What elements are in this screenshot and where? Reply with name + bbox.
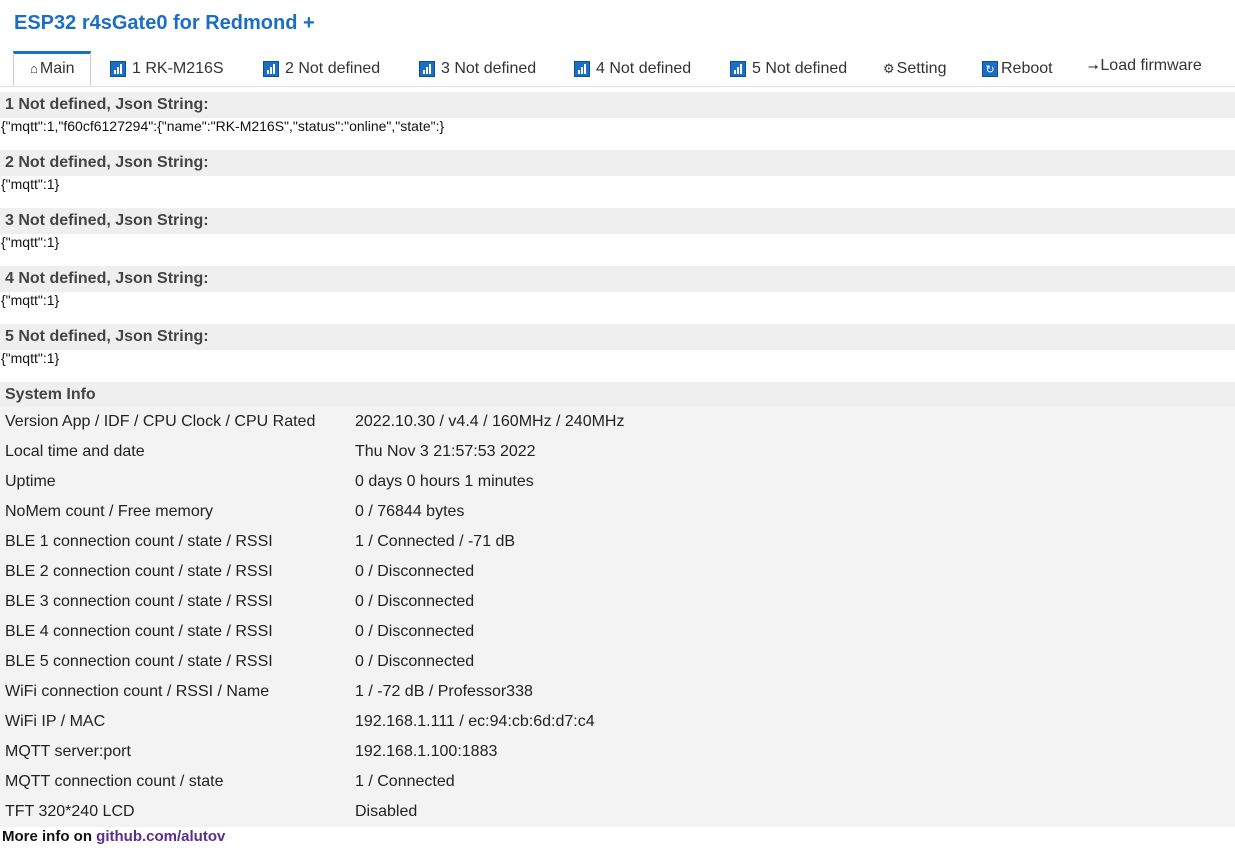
tab-label: 4 Not defined [596, 60, 692, 77]
signal-icon [730, 61, 746, 77]
row-key: WiFi IP / MAC [5, 713, 106, 730]
row-value: Thu Nov 3 21:57:53 2022 [355, 443, 536, 460]
signal-icon [110, 61, 126, 77]
row-value: 1 / -72 dB / Professor338 [355, 683, 533, 700]
row-value: 1 / Connected [355, 773, 455, 790]
tab-label: 3 Not defined [441, 60, 537, 77]
device-3-json: {"mqtt":1} [1, 234, 60, 250]
tab-load-firmware[interactable]: ⭢ Load firmware [1088, 48, 1202, 84]
refresh-icon: ↻ [982, 61, 998, 77]
row-value: 2022.10.30 / v4.4 / 160MHz / 240MHz [355, 413, 625, 430]
device-5-heading: 5 Not defined, Json String: [0, 324, 1235, 350]
system-info-row: NoMem count / Free memory 0 / 76844 bytes [0, 497, 1235, 527]
system-info-row: BLE 3 connection count / state / RSSI 0 /… [0, 587, 1235, 617]
page-title: ESP32 r4sGate0 for Redmond + [14, 12, 315, 34]
tab-device-5[interactable]: 5 Not defined [730, 51, 847, 87]
device-1-heading: 1 Not defined, Json String: [0, 92, 1235, 118]
footer: More info on github.com/alutov [2, 828, 225, 845]
row-value: 0 / Disconnected [355, 563, 475, 580]
system-info-row: Uptime 0 days 0 hours 1 minutes [0, 467, 1235, 497]
row-key: MQTT connection count / state [5, 773, 224, 790]
system-info-row: Local time and date Thu Nov 3 21:57:53 20… [0, 437, 1235, 467]
row-key: BLE 4 connection count / state / RSSI [5, 623, 273, 640]
tab-device-3[interactable]: 3 Not defined [419, 51, 536, 87]
tab-device-1[interactable]: 1 RK-M216S [110, 51, 224, 87]
row-key: BLE 5 connection count / state / RSSI [5, 653, 273, 670]
gear-icon: ⚙ [883, 61, 895, 76]
system-info-row: BLE 5 connection count / state / RSSI 0 /… [0, 647, 1235, 677]
row-value: 1 / Connected / -71 dB [355, 533, 516, 550]
system-info-row: MQTT server:port 192.168.1.100:1883 [0, 737, 1235, 767]
row-key: Local time and date [5, 443, 145, 460]
tab-setting[interactable]: ⚙ Setting [883, 51, 946, 87]
system-info-row: Version App / IDF / CPU Clock / CPU Rate… [0, 407, 1235, 437]
row-key: TFT 320*240 LCD [5, 803, 135, 820]
row-value: Disabled [355, 803, 418, 820]
tab-label: Setting [896, 60, 947, 77]
tab-device-2[interactable]: 2 Not defined [263, 51, 380, 87]
row-value: 0 days 0 hours 1 minutes [355, 473, 534, 490]
tab-label: Load firmware [1100, 57, 1202, 74]
row-key: Uptime [5, 473, 56, 490]
tab-reboot[interactable]: ↻ Reboot [982, 51, 1053, 87]
device-2-heading: 2 Not defined, Json String: [0, 150, 1235, 176]
device-4-heading: 4 Not defined, Json String: [0, 266, 1235, 292]
system-info-row: WiFi IP / MAC 192.168.1.111 / ec:94:cb:6d… [0, 707, 1235, 737]
tab-device-4[interactable]: 4 Not defined [574, 51, 691, 87]
row-value: 0 / Disconnected [355, 593, 475, 610]
row-key: MQTT server:port [5, 743, 131, 760]
signal-icon [574, 61, 590, 77]
arrow-icon: ⭢ [1088, 58, 1099, 73]
tab-main[interactable]: ⌂ Main [13, 51, 91, 86]
row-key: WiFi connection count / RSSI / Name [5, 683, 270, 700]
system-info-row: WiFi connection count / RSSI / Name 1 / -… [0, 677, 1235, 707]
device-2-json: {"mqtt":1} [1, 176, 60, 192]
signal-icon [263, 61, 279, 77]
system-info-row: MQTT connection count / state 1 / Connect… [0, 767, 1235, 797]
tab-label: 2 Not defined [285, 60, 381, 77]
tab-label: Reboot [1001, 60, 1053, 77]
tab-label: 5 Not defined [752, 60, 848, 77]
system-info-row: BLE 4 connection count / state / RSSI 0 /… [0, 617, 1235, 647]
device-1-json: {"mqtt":1,"f60cf6127294":{"name":"RK-M21… [1, 118, 445, 134]
row-key: NoMem count / Free memory [5, 503, 214, 520]
device-4-json: {"mqtt":1} [1, 292, 60, 308]
row-value: 192.168.1.100:1883 [355, 743, 498, 760]
row-value: 0 / 76844 bytes [355, 503, 465, 520]
system-info-row: TFT 320*240 LCD Disabled [0, 797, 1235, 827]
row-key: BLE 1 connection count / state / RSSI [5, 533, 273, 550]
footer-text: More info on [2, 828, 92, 845]
tab-label: Main [39, 60, 75, 77]
row-key: BLE 3 connection count / state / RSSI [5, 593, 273, 610]
row-value: 192.168.1.111 / ec:94:cb:6d:d7:c4 [355, 713, 595, 730]
system-info-heading: System Info [0, 382, 1235, 408]
tab-bar: ⌂ Main 1 RK-M216S 2 Not defined 3 Not def… [0, 51, 1235, 87]
signal-icon [419, 61, 435, 77]
tab-label: 1 RK-M216S [132, 60, 224, 77]
row-key: BLE 2 connection count / state / RSSI [5, 563, 273, 580]
system-info-row: BLE 1 connection count / state / RSSI 1 /… [0, 527, 1235, 557]
row-value: 0 / Disconnected [355, 623, 475, 640]
row-value: 0 / Disconnected [355, 653, 475, 670]
github-link[interactable]: github.com/alutov [96, 828, 225, 845]
device-3-heading: 3 Not defined, Json String: [0, 208, 1235, 234]
device-5-json: {"mqtt":1} [1, 350, 60, 366]
system-info-row: BLE 2 connection count / state / RSSI 0 /… [0, 557, 1235, 587]
row-key: Version App / IDF / CPU Clock / CPU Rate… [5, 413, 316, 430]
home-icon: ⌂ [30, 61, 38, 76]
